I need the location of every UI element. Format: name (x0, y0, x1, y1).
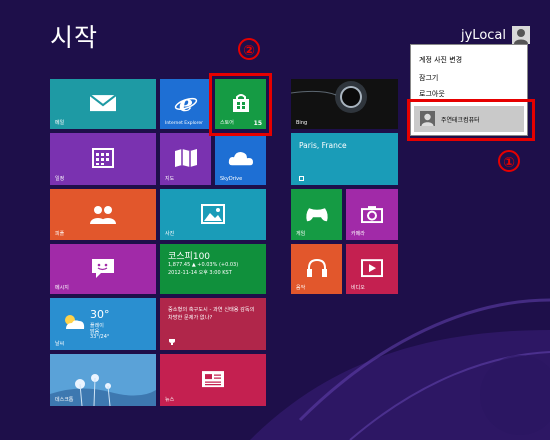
tile-messaging[interactable]: 메시지 (50, 244, 156, 294)
internet-explorer-icon: e (174, 92, 197, 114)
people-icon (90, 205, 116, 224)
weather-temp: 30° (90, 308, 110, 321)
tile-label: 사진 (165, 231, 175, 237)
news-headline-text: 중소형의 축구도시 - 과연 신태용 감독의 차방한 문제가 없나? (168, 307, 255, 321)
tile-bing[interactable]: Bing (291, 79, 398, 129)
trophy-icon (169, 339, 175, 345)
weather-range: 33°/24° (90, 334, 110, 340)
user-avatar-icon (512, 26, 530, 44)
weather-location-text: Paris, France (299, 141, 347, 150)
tile-weather[interactable]: 30° 플레이 맑음 33°/24° 날씨 (50, 298, 156, 350)
menu-lock[interactable]: 잠그기 (419, 73, 438, 83)
tile-label: 카메라 (351, 231, 365, 237)
annotation-marker-2: ② (238, 38, 260, 60)
tile-skydrive[interactable]: SkyDrive (215, 133, 266, 185)
tile-label: 메시지 (55, 285, 69, 291)
user-account-button[interactable]: jyLocal (461, 26, 530, 44)
camera-icon (361, 205, 383, 223)
tile-music[interactable]: 음악 (291, 244, 342, 294)
tile-desktop[interactable]: 데스크톱 (50, 354, 156, 406)
tile-news[interactable]: 뉴스 (160, 354, 266, 406)
menu-sign-out[interactable]: 로그아웃 (419, 89, 445, 99)
tile-label: 메일 (55, 120, 65, 126)
tile-label: Bing (296, 120, 308, 126)
highlight-store-tile (209, 73, 272, 136)
tile-label: 음악 (296, 285, 306, 291)
tile-maps[interactable]: 지도 (160, 133, 211, 185)
menu-change-account-picture[interactable]: 계정 사진 변경 (419, 55, 462, 65)
tile-label: 날씨 (55, 341, 65, 347)
tile-calendar[interactable]: 일정 (50, 133, 156, 185)
mail-icon (89, 94, 117, 112)
sun-icon (299, 176, 304, 181)
tile-people[interactable]: 피플 (50, 189, 156, 240)
messaging-icon (92, 259, 114, 278)
tile-mail[interactable]: 메일 (50, 79, 156, 129)
tile-internet-explorer[interactable]: e Internet Explorer (160, 79, 211, 129)
tile-camera[interactable]: 카메라 (346, 189, 398, 240)
tile-label: 지도 (165, 176, 175, 182)
finance-value: 1,877.45 ▲ +0.03% (+0.03) (168, 262, 239, 268)
games-controller-icon (305, 207, 328, 221)
video-icon (361, 259, 383, 278)
tile-label: 뉴스 (165, 397, 175, 403)
tile-photos[interactable]: 사진 (160, 189, 266, 240)
calendar-icon (92, 148, 114, 168)
maps-icon (174, 149, 197, 167)
tile-label: 게임 (296, 231, 306, 237)
headphones-icon (306, 258, 327, 277)
tile-label: 일정 (55, 176, 65, 182)
tile-label: SkyDrive (220, 176, 243, 182)
news-icon (202, 371, 224, 388)
tile-games[interactable]: 게임 (291, 189, 342, 240)
photos-icon (201, 203, 225, 224)
tile-label: 피플 (55, 231, 65, 237)
highlight-switch-user (407, 99, 535, 141)
tile-weather-location[interactable]: Paris, France (291, 133, 398, 185)
annotation-marker-1: ① (498, 150, 520, 172)
tile-video[interactable]: 비디오 (346, 244, 398, 294)
tile-news-headline[interactable]: 중소형의 축구도시 - 과연 신태용 감독의 차방한 문제가 없나? (160, 298, 266, 350)
tile-finance[interactable]: 코스피100 1,877.45 ▲ +0.03% (+0.03) 2012-11… (160, 244, 266, 294)
finance-timestamp: 2012-11-14 오후 3:00 KST (168, 270, 232, 276)
tile-label: 데스크톱 (55, 397, 74, 403)
user-name: jyLocal (461, 27, 506, 43)
tile-label: Internet Explorer (165, 121, 204, 126)
skydrive-cloud-icon (228, 152, 253, 166)
svg-text:e: e (179, 92, 193, 114)
finance-title: 코스피100 (168, 252, 211, 262)
weather-icon (65, 315, 85, 329)
tile-label: 비디오 (351, 285, 365, 291)
start-screen-title: 시작 (50, 23, 99, 52)
